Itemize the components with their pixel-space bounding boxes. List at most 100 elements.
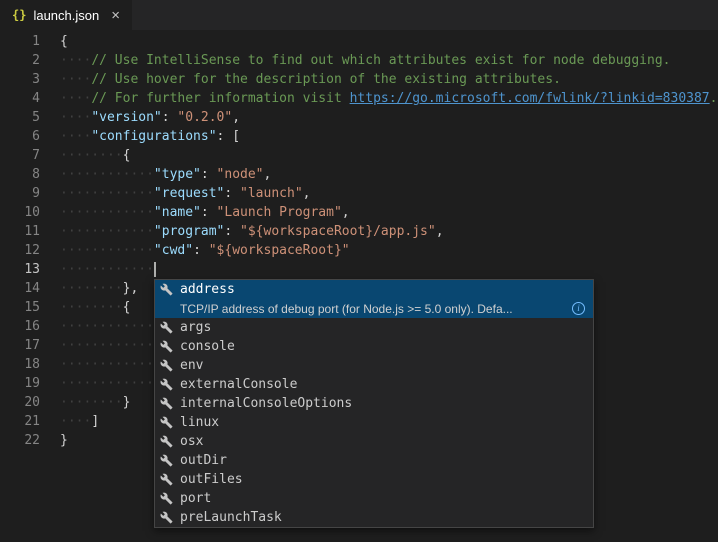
line-number: 20: [0, 393, 40, 412]
line-content: ············: [60, 336, 154, 355]
code-token: // Use hover for the description of the …: [91, 72, 561, 87]
comment-link[interactable]: https://go.microsoft.com/fwlink/?linkid=…: [350, 91, 710, 106]
line-number: 13: [0, 260, 40, 279]
line-number: 17: [0, 336, 40, 355]
line-number: 3: [0, 70, 40, 89]
code-line[interactable]: 1{: [0, 32, 718, 51]
line-content: ············: [60, 260, 156, 279]
code-line[interactable]: 8 ············"type": "node",: [0, 165, 718, 184]
property-wrench-icon: [160, 492, 176, 506]
suggestion-label: console: [180, 339, 235, 354]
suggestion-linux[interactable]: linux: [155, 413, 593, 432]
suggestion-label: args: [180, 320, 211, 335]
line-number: 22: [0, 431, 40, 450]
tab-launch-json[interactable]: {} launch.json ×: [0, 0, 132, 30]
tab-bar: {} launch.json ×: [0, 0, 718, 30]
suggestion-args[interactable]: args: [155, 318, 593, 337]
info-icon[interactable]: i: [572, 302, 585, 315]
code-token: "program": [154, 224, 224, 239]
code-token: "version": [91, 110, 161, 125]
code-token: ············: [60, 376, 154, 391]
property-wrench-icon: [160, 473, 176, 487]
tab-label: launch.json: [33, 8, 99, 23]
line-number: 7: [0, 146, 40, 165]
suggestion-osx[interactable]: osx: [155, 432, 593, 451]
line-content: ····// Use IntelliSense to find out whic…: [60, 51, 671, 70]
code-token: ········: [60, 395, 123, 410]
suggestion-label: osx: [180, 434, 203, 449]
code-token: ]: [91, 414, 99, 429]
line-content: ············: [60, 355, 154, 374]
line-content: ········},: [60, 279, 138, 298]
suggestion-internalConsoleOptions[interactable]: internalConsoleOptions: [155, 394, 593, 413]
line-number: 2: [0, 51, 40, 70]
code-line[interactable]: 10············"name": "Launch Program",: [0, 203, 718, 222]
code-token: ············: [60, 243, 154, 258]
suggestion-port[interactable]: port: [155, 489, 593, 508]
line-number: 6: [0, 127, 40, 146]
property-wrench-icon: [160, 397, 176, 411]
code-token: ········: [60, 148, 123, 163]
suggestion-preLaunchTask[interactable]: preLaunchTask: [155, 508, 593, 527]
line-content: ············"type": "node",: [60, 165, 271, 184]
code-line[interactable]: 2 ····// Use IntelliSense to find out whi…: [0, 51, 718, 70]
code-line[interactable]: 3 ····// Use hover for the description of…: [0, 70, 718, 89]
code-token: :: [201, 205, 217, 220]
suggestion-env[interactable]: env: [155, 356, 593, 375]
code-token: ············: [60, 338, 154, 353]
code-line[interactable]: 11············"program": "${workspaceRoo…: [0, 222, 718, 241]
code-token: ,: [232, 110, 240, 125]
code-token: ········: [60, 281, 123, 296]
code-line[interactable]: 9 ············"request": "launch",: [0, 184, 718, 203]
code-token: ,: [264, 167, 272, 182]
suggestion-outFiles[interactable]: outFiles: [155, 470, 593, 489]
code-token: ····: [60, 110, 91, 125]
line-number: 21: [0, 412, 40, 431]
code-line[interactable]: 12············"cwd": "${workspaceRoot}": [0, 241, 718, 260]
code-token: }: [60, 433, 68, 448]
code-token: :: [193, 243, 209, 258]
line-number: 5: [0, 108, 40, 127]
suggestion-console[interactable]: console: [155, 337, 593, 356]
code-token: {: [60, 34, 68, 49]
suggestion-label: linux: [180, 415, 219, 430]
code-line[interactable]: 6····"configurations": [: [0, 127, 718, 146]
code-line[interactable]: 4 ····// For further information visit ht…: [0, 89, 718, 108]
line-content: ············: [60, 374, 154, 393]
line-number: 4: [0, 89, 40, 108]
code-token: "cwd": [154, 243, 193, 258]
code-line[interactable]: 7 ········{: [0, 146, 718, 165]
suggest-widget: address TCP/IP address of debug port (for…: [154, 279, 594, 528]
line-number: 8: [0, 165, 40, 184]
line-number: 15: [0, 298, 40, 317]
line-content: ····// For further information visit htt…: [60, 89, 717, 108]
code-line[interactable]: 5····"version": "0.2.0",: [0, 108, 718, 127]
line-content: {: [60, 32, 68, 51]
property-wrench-icon: [160, 454, 176, 468]
property-wrench-icon: [160, 435, 176, 449]
close-tab-icon[interactable]: ×: [111, 8, 120, 23]
code-token: ····: [60, 72, 91, 87]
property-wrench-icon: [160, 283, 176, 297]
line-number: 9: [0, 184, 40, 203]
line-content: ····]: [60, 412, 99, 431]
property-wrench-icon: [160, 378, 176, 392]
line-number: 11: [0, 222, 40, 241]
code-token: ····: [60, 129, 91, 144]
suggestion-detail-text: TCP/IP address of debug port (for Node.j…: [180, 302, 566, 316]
line-content: ········{: [60, 146, 130, 165]
line-number: 1: [0, 32, 40, 51]
code-token: "Launch Program": [217, 205, 342, 220]
suggestion-address[interactable]: address: [155, 280, 593, 299]
code-editor[interactable]: 1{2····// Use IntelliSense to find out w…: [0, 30, 718, 542]
line-content: ············"request": "launch",: [60, 184, 310, 203]
suggestion-externalConsole[interactable]: externalConsole: [155, 375, 593, 394]
code-token: .: [710, 91, 718, 106]
code-line[interactable]: 13 ············: [0, 260, 718, 279]
suggestion-outDir[interactable]: outDir: [155, 451, 593, 470]
suggestion-label: outFiles: [180, 472, 243, 487]
line-content: ············: [60, 317, 154, 336]
line-content: ····// Use hover for the description of …: [60, 70, 561, 89]
code-token: ············: [60, 262, 154, 277]
code-token: ············: [60, 224, 154, 239]
